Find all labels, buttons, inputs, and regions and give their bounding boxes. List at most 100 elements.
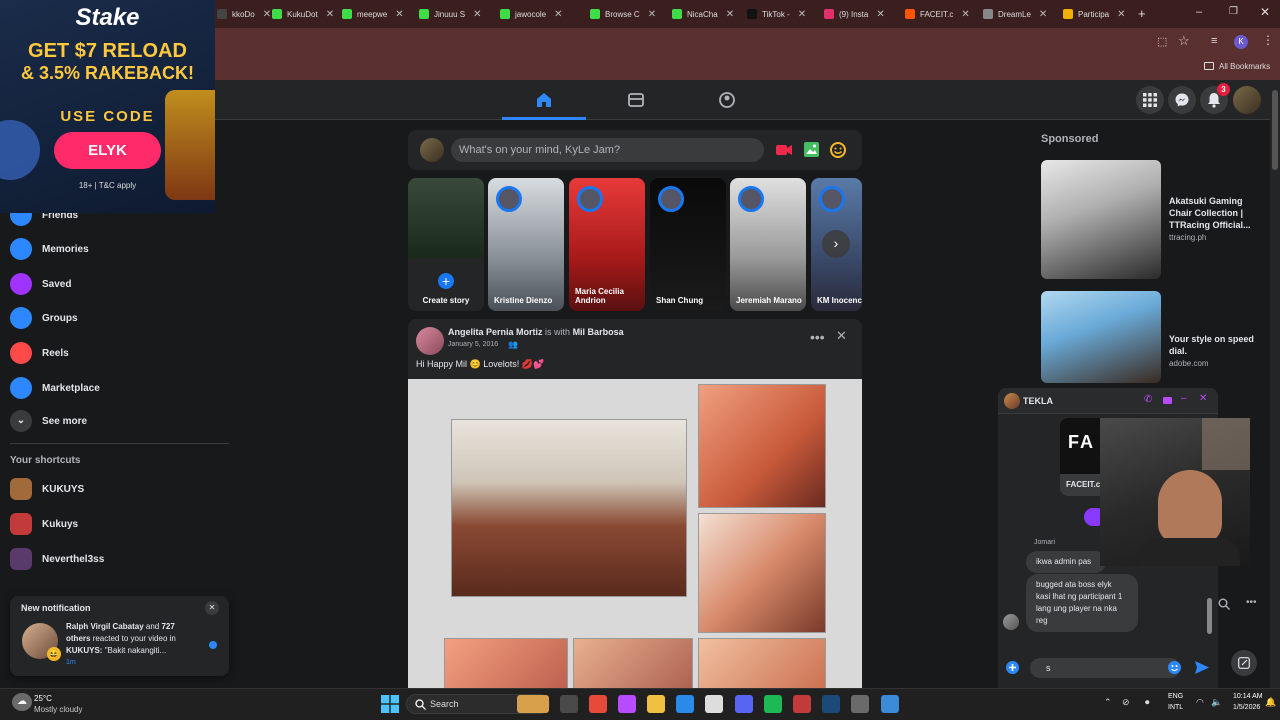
post-options-icon[interactable]: •••: [810, 329, 825, 345]
weather-temperature[interactable]: 25°C: [34, 694, 52, 703]
browser-tab[interactable]: DreamLe ✕: [983, 4, 1047, 24]
photo-video-icon[interactable]: [804, 142, 819, 157]
steam-icon[interactable]: [822, 695, 840, 713]
composer-input[interactable]: What's on your mind, KyLe Jam?: [451, 138, 764, 162]
post-photo-collage[interactable]: [408, 379, 862, 699]
bookmark-star-icon[interactable]: ☆: [1178, 33, 1190, 49]
chat-video-icon[interactable]: [1163, 397, 1172, 404]
notification-toast[interactable]: New notification ✕ 😆 Ralph Virgil Cabata…: [10, 596, 229, 676]
shortcut-item[interactable]: Neverthel3ss: [10, 544, 104, 574]
browser-tab[interactable]: Browse C ✕: [590, 4, 656, 24]
tab-close-icon[interactable]: ✕: [648, 9, 656, 20]
tray-mic-icon[interactable]: ⏺: [1145, 697, 1150, 708]
task-view-icon[interactable]: [560, 695, 578, 713]
create-story-card[interactable]: + Create story: [408, 178, 484, 311]
settings-app-icon[interactable]: [851, 695, 869, 713]
browser-tab[interactable]: Participa ✕: [1063, 4, 1126, 24]
tab-close-icon[interactable]: ✕: [554, 9, 562, 20]
chat-send-icon[interactable]: [1195, 661, 1209, 674]
minimize-icon[interactable]: –: [1196, 6, 1202, 18]
browser-tab[interactable]: meepwe ✕: [342, 4, 404, 24]
story-card[interactable]: Jeremiah Marano: [730, 178, 806, 311]
post-date[interactable]: January 5, 2016: [448, 341, 498, 348]
notification-center-icon[interactable]: 🔔: [1265, 697, 1276, 708]
see-more-button[interactable]: ⌄ See more: [10, 406, 87, 436]
notification-close-icon[interactable]: ✕: [205, 601, 219, 615]
language-indicator-2[interactable]: INTL: [1168, 704, 1183, 711]
post-tagged-name[interactable]: Mil Barbosa: [573, 327, 624, 337]
sidebar-item-groups[interactable]: Groups: [10, 303, 78, 333]
sidebar-item-memories[interactable]: Memories: [10, 234, 89, 264]
browser-tab[interactable]: KukuDot ✕: [272, 4, 334, 24]
windows-start-icon[interactable]: [381, 695, 399, 713]
story-card[interactable]: Kristine Dienzo: [488, 178, 564, 311]
create-story-plus-icon[interactable]: +: [435, 270, 457, 292]
feeling-icon[interactable]: [830, 142, 846, 158]
sponsored-ad-image-1[interactable]: [1041, 160, 1161, 279]
new-message-icon[interactable]: [1231, 650, 1257, 676]
browser-tab[interactable]: kkoDo ✕: [217, 4, 271, 24]
game-app-icon[interactable]: [793, 695, 811, 713]
chrome-icon[interactable]: [589, 695, 607, 713]
chat-close-icon[interactable]: ✕: [1199, 393, 1207, 404]
close-window-icon[interactable]: ✕: [1260, 5, 1270, 19]
tab-close-icon[interactable]: ✕: [798, 9, 806, 20]
sponsored-ad-image-2[interactable]: [1041, 291, 1161, 383]
maximize-icon[interactable]: ❐: [1229, 6, 1238, 17]
chat-title[interactable]: TEKLA: [1023, 396, 1053, 406]
post-author-avatar[interactable]: [416, 327, 444, 355]
browser-tab[interactable]: jawocole ✕: [500, 4, 563, 24]
post-author-name[interactable]: Angelita Pernia Mortiz: [448, 327, 543, 337]
browser-tab[interactable]: NicaCha ✕: [672, 4, 734, 24]
tray-expand-icon[interactable]: ⌃: [1104, 697, 1112, 708]
messenger-icon[interactable]: [1168, 86, 1196, 114]
sponsored-ad-title-2[interactable]: Your style on speed dial.: [1169, 333, 1259, 357]
live-video-icon[interactable]: [776, 143, 792, 157]
chat-add-icon[interactable]: [1006, 661, 1019, 674]
page-scrollbar[interactable]: [1270, 80, 1280, 688]
page-scrollbar-thumb[interactable]: [1272, 90, 1278, 170]
tab-close-icon[interactable]: ✕: [961, 9, 969, 20]
taskbar-time[interactable]: 10:14 AM: [1233, 693, 1263, 700]
spotify-icon[interactable]: [764, 695, 782, 713]
discord-icon[interactable]: [735, 695, 753, 713]
tab-close-icon[interactable]: ✕: [263, 9, 271, 20]
sidebar-item-saved[interactable]: Saved: [10, 269, 71, 299]
chat-minimize-icon[interactable]: –: [1181, 393, 1187, 404]
language-indicator-1[interactable]: ENG: [1168, 693, 1183, 700]
shortcut-item[interactable]: KUKUYS: [10, 474, 84, 504]
file-explorer-icon[interactable]: [647, 695, 665, 713]
reading-list-icon[interactable]: ≡: [1211, 35, 1217, 47]
browser-tab[interactable]: Jinuuu S ✕: [419, 4, 482, 24]
stake-ad-banner[interactable]: Stake GET $7 RELOAD & 3.5% RAKEBACK! USE…: [0, 0, 215, 213]
sidebar-item-marketplace[interactable]: Marketplace: [10, 373, 100, 403]
tab-close-icon[interactable]: ✕: [395, 9, 403, 20]
browser-tab[interactable]: (9) Insta ✕: [824, 4, 885, 24]
notepad-icon[interactable]: [881, 695, 899, 713]
tab-close-icon[interactable]: ✕: [726, 9, 734, 20]
copilot-icon[interactable]: [618, 695, 636, 713]
store-icon[interactable]: [705, 695, 723, 713]
story-card[interactable]: Maria Cecilia Andrion: [569, 178, 645, 311]
shortcut-item[interactable]: Kukuys: [10, 509, 78, 539]
all-bookmarks-link[interactable]: All Bookmarks: [1219, 62, 1270, 71]
chat-message-input[interactable]: s: [1030, 658, 1180, 678]
install-app-icon[interactable]: ⬚: [1157, 35, 1167, 48]
contacts-options-icon[interactable]: •••: [1246, 597, 1257, 608]
edge-icon[interactable]: [676, 695, 694, 713]
taskbar-date[interactable]: 1/5/2026: [1233, 704, 1260, 711]
tray-wifi-icon[interactable]: ◠: [1196, 697, 1204, 708]
chat-scrollbar[interactable]: [1207, 598, 1212, 634]
widgets-app-icon[interactable]: [517, 695, 549, 713]
tab-close-icon[interactable]: ✕: [1117, 9, 1125, 20]
browser-tab[interactable]: TikTok - ✕: [747, 4, 806, 24]
chat-emoji-icon[interactable]: [1168, 661, 1181, 674]
weather-description[interactable]: Mostly cloudy: [34, 705, 82, 714]
tab-close-icon[interactable]: ✕: [876, 9, 884, 20]
browser-tab[interactable]: FACEIT.c ✕: [905, 4, 970, 24]
chat-call-icon[interactable]: ✆: [1144, 394, 1152, 405]
tray-volume-icon[interactable]: 🔈: [1211, 697, 1222, 708]
weather-icon[interactable]: ☁: [12, 693, 32, 711]
groups-icon[interactable]: [717, 90, 737, 110]
tab-close-icon[interactable]: ✕: [473, 9, 481, 20]
